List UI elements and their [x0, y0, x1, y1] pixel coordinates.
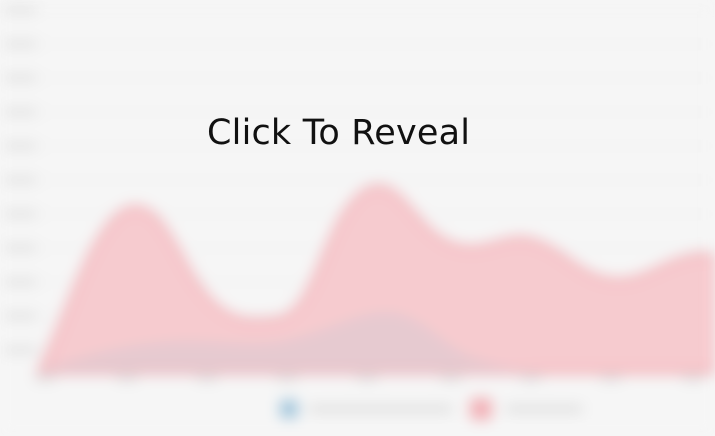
click-to-reveal-panel[interactable]: Click To Reveal [0, 0, 715, 436]
y-axis-tick-label [3, 210, 37, 218]
y-axis-tick-label [3, 312, 37, 320]
x-axis-tick-label [520, 374, 542, 382]
y-axis-tick-label [3, 176, 37, 184]
x-axis-tick-label [196, 374, 218, 382]
y-axis-tick-label [3, 244, 37, 252]
blue-legend-label-placeholder [308, 405, 453, 413]
x-axis-tick-label [440, 374, 462, 382]
x-axis-tick-label [600, 374, 622, 382]
x-axis-tick-label [682, 374, 704, 382]
x-axis-tick-label [276, 374, 298, 382]
blue-legend-swatch [280, 400, 298, 418]
x-axis-tick-label [356, 374, 378, 382]
y-axis-tick-label [3, 40, 37, 48]
blurred-chart-preview [0, 0, 715, 436]
x-axis-tick-placeholders [34, 374, 704, 382]
y-axis-tick-label [3, 74, 37, 82]
click-to-reveal-label[interactable]: Click To Reveal [0, 112, 715, 154]
x-axis-tick-label [34, 374, 56, 382]
x-axis-tick-label [116, 374, 138, 382]
y-axis-tick-label [3, 346, 37, 354]
y-axis-tick-label [3, 278, 37, 286]
red-legend-swatch [470, 398, 492, 420]
y-axis-tick-label [3, 6, 37, 14]
red-legend-label-placeholder [505, 405, 583, 413]
